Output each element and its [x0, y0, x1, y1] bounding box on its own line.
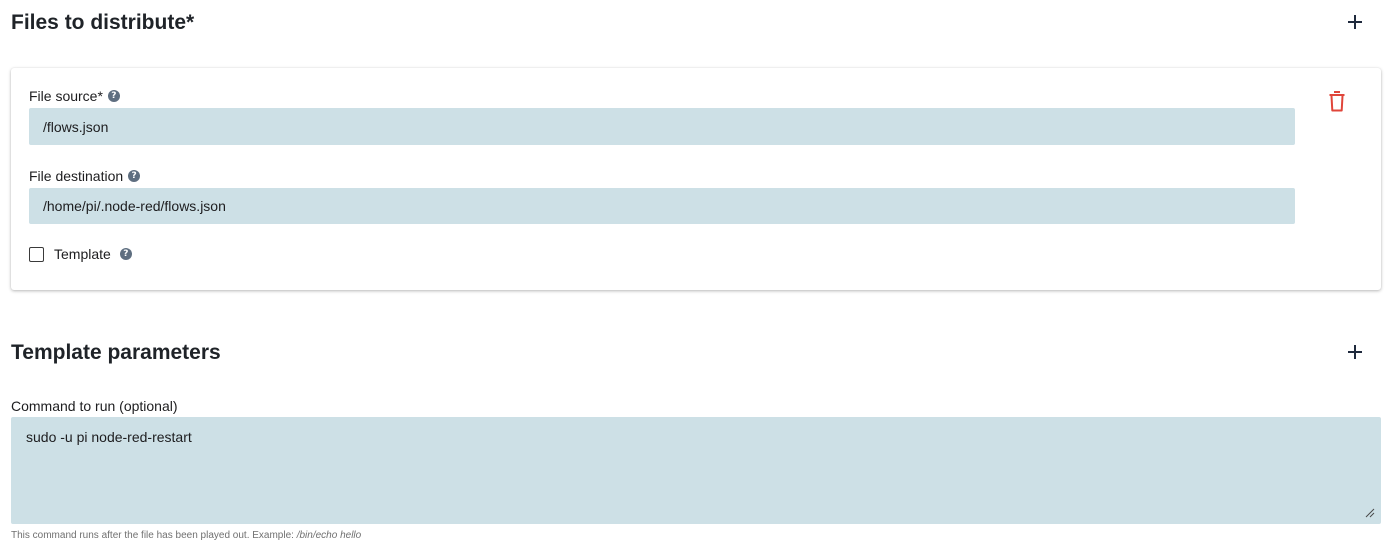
command-label: Command to run (optional) — [11, 398, 178, 414]
command-helper-example: /bin/echo hello — [296, 530, 362, 541]
file-distribution-form: Files to distribute* File source* ? File… — [0, 0, 1400, 551]
template-section-title: Template parameters — [11, 341, 221, 364]
template-checkbox-label[interactable]: Template — [54, 246, 111, 262]
file-source-input[interactable] — [29, 108, 1295, 145]
file-destination-label-row: File destination ? — [29, 168, 141, 184]
add-template-parameter-button[interactable] — [1341, 338, 1369, 366]
template-help-icon[interactable]: ? — [119, 248, 132, 260]
template-checkbox[interactable] — [29, 246, 44, 262]
file-source-label-row: File source* ? — [29, 89, 120, 103]
file-entry-card — [11, 68, 1381, 290]
file-source-label: File source* — [29, 88, 103, 104]
trash-icon — [1329, 90, 1345, 111]
resize-grip-icon[interactable] — [1363, 506, 1375, 518]
command-helper-text: This command runs after the file has bee… — [11, 530, 361, 541]
plus-icon — [1348, 15, 1362, 29]
file-destination-label: File destination — [29, 168, 124, 184]
file-destination-input[interactable] — [29, 188, 1295, 224]
command-helper-prefix: This command runs after the file has bee… — [11, 530, 297, 541]
files-section-title: Files to distribute* — [11, 11, 195, 34]
delete-file-button[interactable] — [1324, 88, 1350, 114]
command-textarea[interactable]: sudo -u pi node-red-restart — [11, 417, 1381, 524]
plus-icon — [1348, 345, 1362, 359]
template-checkbox-row: Template ? — [29, 246, 132, 262]
command-label-row: Command to run (optional) — [11, 399, 178, 413]
command-value[interactable]: sudo -u pi node-red-restart — [26, 429, 192, 445]
file-source-help-icon[interactable]: ? — [107, 90, 120, 102]
add-file-button[interactable] — [1341, 8, 1369, 36]
file-destination-help-icon[interactable]: ? — [128, 170, 141, 182]
